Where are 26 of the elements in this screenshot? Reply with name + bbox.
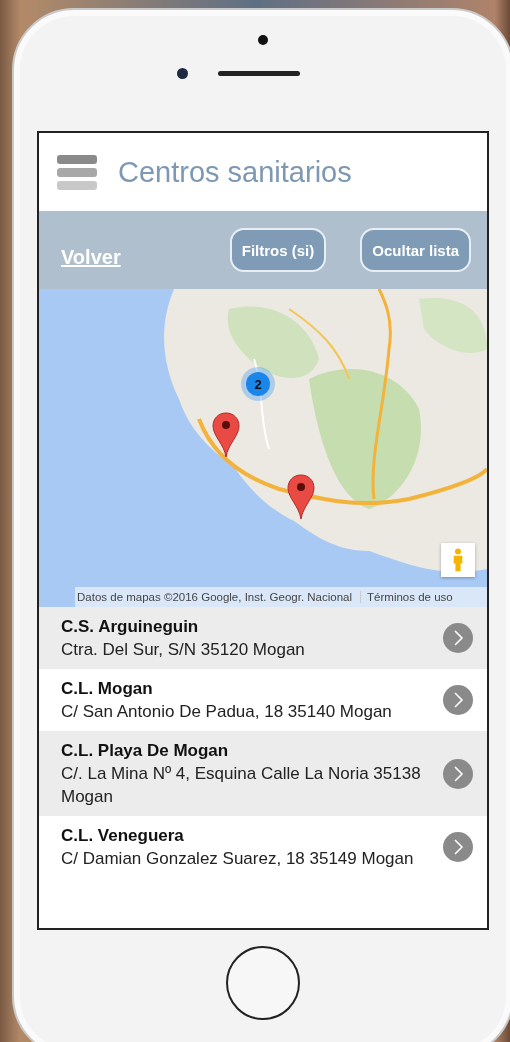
list-item[interactable]: C.S. Arguineguin Ctra. Del Sur, S/N 35120 Mogan <box>39 607 487 669</box>
chevron-icon[interactable] <box>443 758 473 789</box>
center-address: C/ San Antonio De Padua, 18 35140 Mogan <box>61 701 393 723</box>
list-item[interactable]: C.L. Playa De Mogan C/. La Mina Nº 4, Esquina Calle La Noria 35138 Mogan <box>39 731 487 816</box>
center-name: C.L. Playa De Mogan <box>61 740 230 762</box>
center-name: C.L. Mogan <box>61 678 154 700</box>
street-view-button[interactable] <box>441 543 475 577</box>
speaker-icon <box>217 71 300 76</box>
chevron-icon[interactable] <box>443 685 473 715</box>
page-title: Centros sanitarios <box>118 155 352 189</box>
menu-icon[interactable] <box>57 154 97 190</box>
center-address: C/. La Mina Nº 4, Esquina Calle La Noria 35138 Mogan <box>61 763 422 808</box>
map[interactable]: 2 Datos de mapas ©2016 Google, Inst. Geogr. Nacional Términos de uso <box>39 289 487 607</box>
terms-link[interactable]: Términos de uso <box>360 591 453 603</box>
center-name: C.L. Veneguera <box>61 825 185 847</box>
map-pin-icon[interactable] <box>212 412 240 458</box>
chevron-icon[interactable] <box>443 832 473 862</box>
center-address: C/ Damian Gonzalez Suarez, 18 35149 Mogan <box>61 848 415 870</box>
chevron-icon[interactable] <box>443 623 473 653</box>
map-attribution: Datos de mapas ©2016 Google, Inst. Geogr. Nacional <box>77 591 353 603</box>
map-pin-icon[interactable] <box>287 474 315 520</box>
person-icon <box>452 548 464 572</box>
center-address: Ctra. Del Sur, S/N 35120 Mogan <box>61 639 306 661</box>
sensor-icon <box>176 68 188 79</box>
center-name: C.S. Arguineguin <box>61 616 200 638</box>
camera-icon <box>258 35 268 45</box>
